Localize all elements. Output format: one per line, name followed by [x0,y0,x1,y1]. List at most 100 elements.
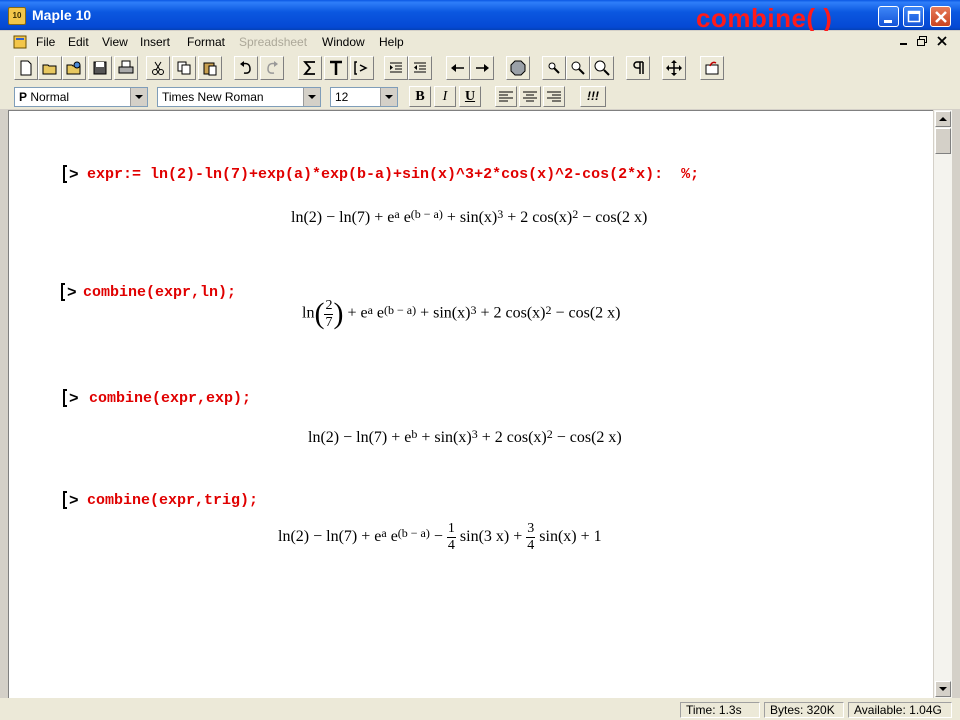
input-prompt: > [69,492,79,510]
scroll-up-button[interactable] [935,111,951,127]
zoom-100-button[interactable] [542,56,566,80]
out-text: e [399,209,411,226]
menu-insert[interactable]: Insert [140,35,170,49]
redo-button[interactable] [260,56,284,80]
outdent-button[interactable] [408,56,432,80]
arrow-up-icon [939,117,947,121]
execution-group-1[interactable]: > expr:= ln(2)-ln(7)+exp(a)*exp(b-a)+sin… [63,165,863,185]
out-text: + e [343,304,368,322]
fraction: 14 [446,521,456,554]
slide-title-overlay: combine( ) [696,3,833,33]
output-combine-trig: ln(2) − ln(7) + ea e(b − a) − 14 sin(3 x… [278,521,602,554]
forward-button[interactable] [470,56,494,80]
doc-close-icon[interactable] [936,35,948,47]
redo-icon [267,61,278,74]
command-input[interactable]: expr:= ln(2)-ln(7)+exp(a)*exp(b-a)+sin(x… [87,166,699,183]
minimize-button[interactable] [878,6,899,27]
scroll-thumb[interactable] [935,128,951,154]
text-input-button[interactable] [324,56,348,80]
style-select[interactable]: P Normal [14,87,148,107]
cut-button[interactable] [146,56,170,80]
undo-icon [240,61,251,74]
insert-prompt-button[interactable] [350,56,374,80]
italic-button[interactable]: I [434,86,456,107]
zoom-400-button[interactable] [590,56,614,80]
outdent-icon [414,62,426,73]
copy-button[interactable] [172,56,196,80]
undo-button[interactable] [234,56,258,80]
close-button[interactable] [930,6,951,27]
align-right-icon [547,91,561,102]
minimize-icon [884,20,892,23]
command-input[interactable]: combine(expr,trig); [87,492,258,509]
maple-app-icon[interactable]: 10 [8,7,26,25]
doc-restore-icon[interactable] [916,35,928,47]
underline-button[interactable]: U [459,86,481,107]
menu-spreadsheet: Spreadsheet [239,35,308,49]
menu-window[interactable]: Window [322,35,365,49]
group-bracket [63,491,67,509]
bold-button[interactable]: B [409,86,431,107]
vertical-scrollbar[interactable] [934,110,952,698]
out-text: + 2 cos(x) [477,429,547,446]
execution-group-3[interactable]: > combine(expr,exp); [63,389,463,409]
back-button[interactable] [446,56,470,80]
open-url-button[interactable] [62,56,86,80]
align-center-button[interactable] [519,86,541,107]
restart-button[interactable] [700,56,724,80]
out-exp: b [411,427,418,441]
worksheet[interactable]: > expr:= ln(2)-ln(7)+exp(a)*exp(b-a)+sin… [8,110,933,699]
out-exp: 2 [545,302,552,317]
paste-icon [203,62,217,76]
expand-button[interactable] [662,56,686,80]
menu-file[interactable]: File [36,35,55,49]
sigma-icon [303,61,315,75]
chevron-down-icon[interactable] [303,88,320,106]
font-select[interactable]: Times New Roman [157,87,321,107]
show-hidden-button[interactable] [626,56,650,80]
align-left-button[interactable] [495,86,517,107]
out-text: − cos(2 x) [578,209,648,226]
menu-help[interactable]: Help [379,35,404,49]
math-input-button[interactable] [298,56,322,80]
font-size-select[interactable]: 12 [330,87,398,107]
window-title: Maple 10 [32,7,92,23]
open-url-icon [66,61,81,75]
scroll-down-button[interactable] [935,681,951,697]
command-input[interactable]: combine(expr,ln); [83,284,236,301]
save-button[interactable] [88,56,112,80]
group-bracket [63,165,67,183]
pilcrow-icon [633,61,644,74]
close-icon [935,11,947,23]
open-button[interactable] [38,56,62,80]
stop-button[interactable] [506,56,530,80]
out-text: + sin(x) [417,429,472,446]
arrow-down-icon [939,687,947,691]
command-input[interactable]: combine(expr,exp); [89,390,251,407]
style-prefix: P [19,90,28,104]
menu-edit[interactable]: Edit [68,35,89,49]
toolbar [0,53,960,83]
out-text: e [372,304,385,322]
maximize-button[interactable] [903,6,924,27]
font-value: Times New Roman [162,90,264,104]
execute-worksheet-button[interactable]: !!! [580,86,606,107]
execution-group-4[interactable]: > combine(expr,trig); [63,491,463,511]
doc-minimize-icon[interactable] [898,35,910,47]
chevron-down-icon[interactable] [380,88,397,106]
zoom-400-icon [594,60,610,76]
out-text: e [386,528,398,546]
chevron-down-icon[interactable] [130,88,147,106]
output-combine-ln: ln(2 7) + ea e(b − a) + sin(x)3 + 2 cos(x… [302,297,621,331]
align-right-button[interactable] [543,86,565,107]
menu-view[interactable]: View [102,35,128,49]
zoom-200-button[interactable] [566,56,590,80]
out-text: − cos(2 x) [551,304,621,322]
paste-button[interactable] [198,56,222,80]
cut-icon [152,61,164,75]
menu-format[interactable]: Format [187,35,225,49]
print-button[interactable] [114,56,138,80]
new-button[interactable] [14,56,38,80]
document-window-icon[interactable] [13,35,27,49]
indent-button[interactable] [384,56,408,80]
